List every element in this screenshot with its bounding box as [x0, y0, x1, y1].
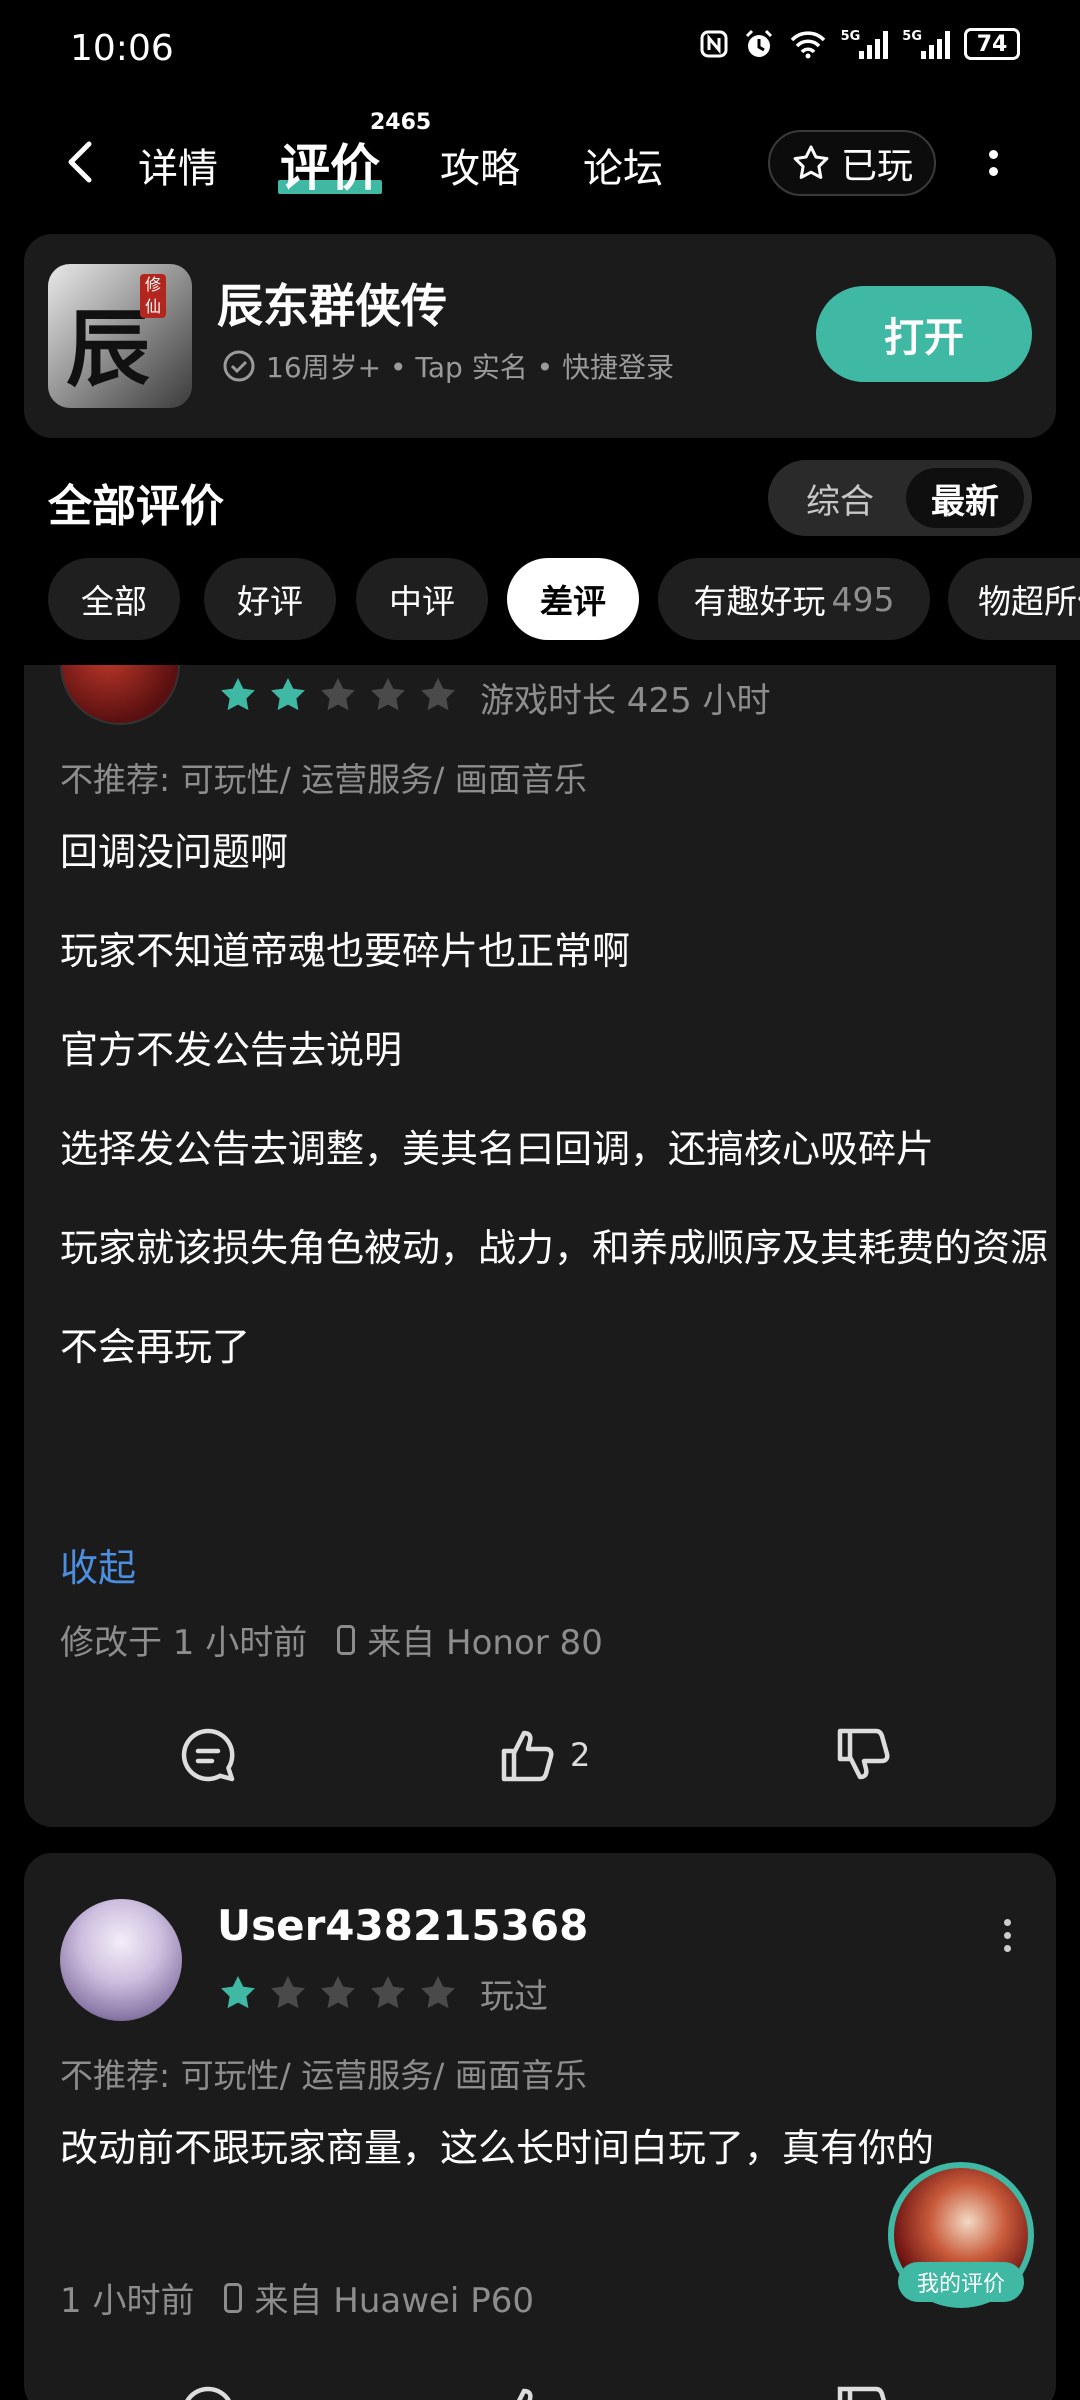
play-time: 游戏时长 425 小时 [480, 681, 771, 721]
username[interactable]: User438215368 [217, 1901, 588, 1950]
star-empty-icon [371, 1976, 405, 2009]
game-icon-text: 辰东 [66, 299, 151, 398]
status-bar: 10:06 5G 5G 74 [0, 0, 1080, 100]
review-body: 回调没问题啊 玩家不知道帝魂也要碎片也正常啊 官方不发公告去说明 选择发公告去调… [60, 817, 1050, 1411]
star-filled-icon [221, 1976, 255, 2009]
thumbs-down-icon [837, 2386, 887, 2400]
phone-icon [337, 1624, 356, 1655]
filter-negative[interactable]: 差评 [507, 558, 639, 640]
star-filled-icon [221, 678, 255, 711]
game-icon-badge: 修仙 [140, 274, 166, 318]
wifi-icon [790, 31, 825, 59]
game-name: 辰东群侠传 [217, 279, 447, 333]
review-card: 游戏时长 425 小时 不推荐: 可玩性/ 运营服务/ 画面音乐 回调没问题啊 … [24, 665, 1056, 1827]
tab-review-label: 评价 [280, 139, 380, 197]
dislike-button[interactable] [832, 1715, 896, 1795]
review-time: 修改于 1 小时前 [60, 1623, 308, 1663]
back-button[interactable] [50, 132, 110, 192]
battery-icon: 74 [964, 28, 1020, 60]
chevron-left-icon [68, 141, 92, 183]
review-device: 来自 Huawei P60 [254, 2281, 534, 2321]
review-footer: 1 小时前 来自 Huawei P60 [60, 2273, 534, 2322]
filter-neutral[interactable]: 中评 [356, 558, 488, 640]
review-footer: 修改于 1 小时前 来自 Honor 80 [60, 1615, 603, 1664]
review-device: 来自 Honor 80 [367, 1623, 603, 1663]
game-meta: 16周岁+ • Tap 实名 • 快捷登录 [222, 346, 674, 386]
star-empty-icon [271, 1976, 305, 2009]
star-filled-icon [271, 678, 305, 711]
review-actions [24, 2373, 1056, 2400]
thumbs-up-icon [501, 1730, 554, 1782]
review-card: User438215368 玩过 不推荐: 可玩性/ 运营服务/ 画面音乐 改动… [24, 1853, 1056, 2400]
star-empty-icon [321, 678, 355, 711]
tab-detail[interactable]: 详情 [138, 136, 218, 194]
review-actions: 2 [24, 1715, 1056, 1795]
review-paragraph: 不会再玩了 [60, 1325, 251, 1369]
tab-forum[interactable]: 论坛 [583, 136, 663, 194]
more-options-button[interactable] [978, 138, 1008, 188]
status-icons: 5G 5G 74 [699, 28, 1020, 60]
review-paragraph: 玩家不知道帝魂也要碎片也正常啊 [60, 929, 631, 973]
like-button[interactable]: 2 [496, 1715, 590, 1795]
dislike-button[interactable] [832, 2373, 896, 2400]
played-label: 已玩 [840, 146, 913, 187]
review-more-button[interactable] [1004, 1919, 1011, 1952]
comment-icon [181, 1728, 235, 1782]
star-empty-icon [421, 1976, 455, 2009]
sort-toggle: 综合 最新 [768, 460, 1032, 536]
alarm-icon [745, 29, 772, 57]
game-icon: 辰东 修仙 [48, 264, 192, 408]
review-count-badge: 2465 [370, 110, 432, 135]
thumbs-down-icon [837, 1728, 890, 1780]
review-paragraph: 玩家就该损失角色被动，战力，和养成顺序及其耗费的资源 [60, 1226, 1049, 1270]
status-time: 10:06 [70, 28, 174, 69]
comment-button[interactable] [176, 1715, 240, 1795]
review-paragraph: 选择发公告去调整，美其名曰回调，还搞核心吸碎片 [60, 1127, 935, 1171]
avatar[interactable] [60, 665, 180, 725]
my-review-label[interactable]: 我的评价 [898, 2262, 1024, 2302]
signal-icon: 5G [902, 29, 950, 59]
review-tags: 不推荐: 可玩性/ 运营服务/ 画面音乐 [60, 2056, 587, 2095]
review-paragraph: 官方不发公告去说明 [60, 1028, 403, 1072]
thumbs-up-icon [516, 2388, 533, 2400]
game-card[interactable]: 辰东 修仙 辰东群侠传 16周岁+ • Tap 实名 • 快捷登录 打开 [24, 234, 1056, 438]
avatar[interactable] [60, 1899, 182, 2021]
signal-icon: 5G [841, 29, 889, 59]
filter-positive[interactable]: 好评 [204, 558, 336, 640]
phone-icon [224, 2282, 243, 2313]
open-button[interactable]: 打开 [816, 286, 1032, 382]
comment-button[interactable] [176, 2373, 240, 2400]
review-body: 改动前不跟玩家商量，这么长时间白玩了，真有你的 [60, 2113, 1020, 2212]
tab-guide[interactable]: 攻略 [440, 136, 520, 194]
tab-review[interactable]: 评价 [278, 128, 382, 200]
game-meta-text: 16周岁+ • Tap 实名 • 快捷登录 [266, 351, 675, 384]
verified-icon [223, 350, 255, 382]
section-title: 全部评价 [48, 481, 224, 532]
star-outline-icon [793, 145, 829, 179]
filter-fun[interactable]: 有趣好玩 495 [658, 558, 930, 640]
sort-comprehensive[interactable]: 综合 [780, 468, 900, 528]
nfc-icon [700, 30, 728, 58]
review-paragraph: 回调没问题啊 [60, 830, 289, 874]
star-empty-icon [321, 1976, 355, 2009]
star-empty-icon [371, 678, 405, 711]
star-empty-icon [421, 678, 455, 711]
filter-value[interactable]: 物超所值 [948, 558, 1080, 640]
review-time: 1 小时前 [60, 2281, 195, 2321]
comment-icon [185, 2386, 231, 2400]
review-paragraph: 改动前不跟玩家商量，这么长时间白玩了，真有你的 [60, 2126, 935, 2170]
like-button[interactable] [496, 2373, 560, 2400]
like-count: 2 [570, 1736, 591, 1774]
rating-stars [218, 1973, 458, 2013]
sort-latest[interactable]: 最新 [906, 468, 1024, 528]
top-nav: 详情 评价 2465 攻略 论坛 已玩 [0, 110, 1080, 220]
collapse-link[interactable]: 收起 [60, 1537, 136, 1592]
review-tags: 不推荐: 可玩性/ 运营服务/ 画面音乐 [60, 760, 587, 799]
filter-chips: 全部 好评 中评 差评 有趣好玩495 物超所值 [48, 556, 1080, 642]
played-button[interactable]: 已玩 [768, 130, 936, 196]
play-time: 玩过 [480, 1977, 548, 2017]
filter-all[interactable]: 全部 [48, 558, 180, 640]
rating-stars [218, 675, 458, 715]
